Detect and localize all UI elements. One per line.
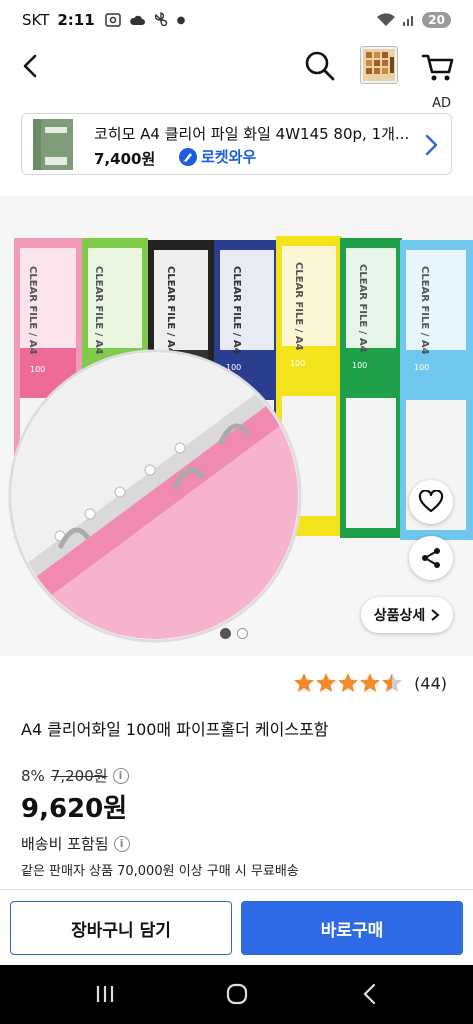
svg-text:CLEAR FILE / A4: CLEAR FILE / A4	[231, 266, 242, 355]
svg-text:100: 100	[414, 363, 429, 372]
product-thumbnail-icon	[363, 49, 395, 81]
sponsored-product-price: 7,400원	[94, 150, 156, 168]
cart-button[interactable]	[418, 46, 458, 86]
svg-text:CLEAR FILE / A4: CLEAR FILE / A4	[93, 266, 104, 355]
svg-text:100: 100	[352, 361, 367, 370]
sale-price: 9,620원	[21, 794, 128, 824]
product-detail-button[interactable]: 상품상세	[361, 597, 453, 633]
sponsored-product-image	[31, 117, 75, 172]
home-icon	[226, 983, 248, 1005]
original-price: 7,200원	[50, 767, 108, 785]
top-app-bar	[0, 40, 473, 94]
carousel-dot-1[interactable]	[220, 628, 231, 639]
rocket-wow-label: 로켓와우	[201, 148, 257, 166]
status-bar: SKT 2:11 ● 20	[0, 0, 473, 40]
recent-apps-button[interactable]	[90, 979, 120, 1009]
add-to-cart-button[interactable]: 장바구니 담기	[10, 901, 232, 955]
info-icon[interactable]: i	[112, 767, 129, 784]
free-shipping-note: 같은 판매자 상품 70,000원 이상 구매 시 무료배송	[21, 864, 299, 879]
clock: 2:11	[57, 11, 95, 29]
carrier-label: SKT	[22, 11, 50, 29]
carousel-indicator	[220, 628, 248, 639]
share-icon	[422, 548, 440, 568]
divider	[0, 889, 473, 890]
rocket-wow-badge: 로켓와우	[178, 146, 256, 167]
ad-label: AD	[432, 96, 451, 111]
sponsored-product-title: 코히모 A4 클리어 파일 화일 4W145 80p, 1개...	[94, 125, 410, 143]
pinwheel-icon	[154, 12, 167, 27]
battery-indicator: 20	[422, 12, 451, 28]
svg-text:100: 100	[30, 365, 45, 374]
review-count: (44)	[414, 673, 447, 693]
svg-text:CLEAR FILE / A4: CLEAR FILE / A4	[419, 266, 430, 355]
recent-product-thumbnail[interactable]	[360, 46, 398, 84]
system-icons: 20	[376, 12, 451, 28]
product-rating[interactable]: (44)	[293, 672, 447, 694]
discount-row: 8% 7,200원 i	[21, 765, 129, 786]
search-icon	[305, 51, 335, 81]
back-button[interactable]	[14, 48, 48, 84]
recent-apps-icon	[96, 986, 114, 1002]
back-arrow-icon	[23, 54, 37, 78]
cart-icon	[421, 54, 454, 81]
wifi-icon	[377, 13, 396, 26]
svg-text:CLEAR FILE / A4: CLEAR FILE / A4	[165, 266, 176, 355]
wishlist-button[interactable]	[409, 480, 453, 524]
signal-icon	[403, 16, 414, 26]
notification-icons: ●	[104, 12, 186, 28]
svg-text:CLEAR FILE / A4: CLEAR FILE / A4	[27, 266, 38, 355]
shipping-label: 배송비 포함됨	[21, 835, 109, 853]
sponsored-product-card[interactable]: 코히모 A4 클리어 파일 화일 4W145 80p, 1개... 7,400원…	[21, 113, 452, 175]
system-back-button[interactable]	[355, 979, 385, 1009]
buy-now-button[interactable]: 바로구매	[241, 901, 463, 955]
search-button[interactable]	[300, 46, 340, 86]
binder-green	[340, 238, 402, 538]
info-icon[interactable]: i	[113, 835, 130, 852]
star-rating-icon	[294, 673, 403, 692]
svg-text:CLEAR FILE / A4: CLEAR FILE / A4	[357, 264, 368, 353]
product-image-carousel[interactable]: CLEAR FILE / A4 CLEAR FILE / A4 CLEAR FI…	[0, 196, 473, 656]
system-navigation-bar	[0, 965, 473, 1024]
back-icon	[363, 983, 376, 1005]
home-button[interactable]	[222, 979, 252, 1009]
share-button[interactable]	[409, 536, 453, 580]
cloud-icon	[129, 15, 145, 25]
heart-icon	[418, 490, 444, 513]
dot-icon: ●	[176, 14, 186, 26]
svg-text:100: 100	[290, 359, 305, 368]
product-title: A4 클리어화일 100매 파이프홀더 케이스포함	[21, 720, 329, 739]
carousel-dot-2[interactable]	[237, 628, 248, 639]
screenshot-icon	[104, 13, 121, 27]
discount-rate: 8%	[21, 766, 45, 785]
rocket-icon	[179, 147, 197, 166]
shipping-info: 배송비 포함됨 i	[21, 833, 130, 854]
chevron-right-icon	[431, 609, 440, 621]
svg-text:CLEAR FILE / A4: CLEAR FILE / A4	[293, 262, 304, 351]
product-detail-label: 상품상세	[373, 608, 426, 624]
chevron-right-icon	[425, 134, 438, 156]
